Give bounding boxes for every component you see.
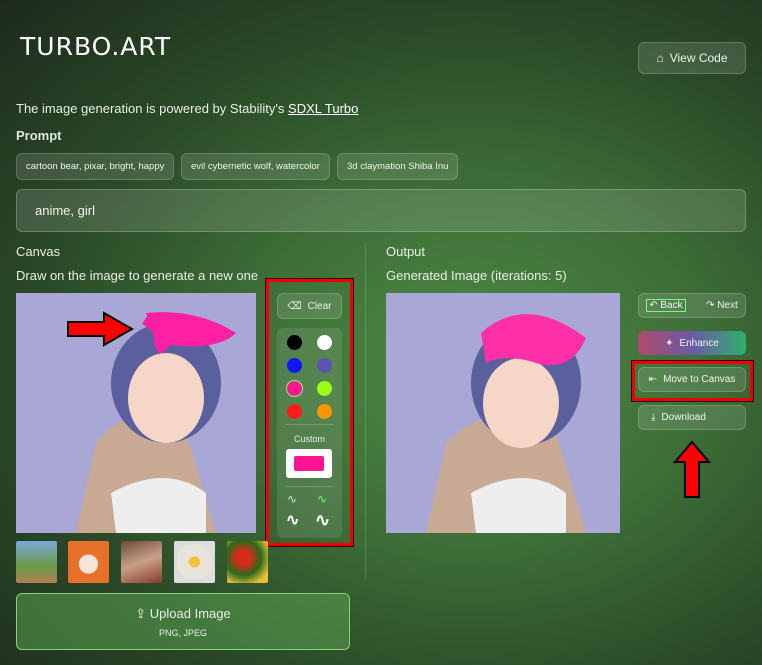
powered-by-text: The image generation is powered by Stabi… xyxy=(16,101,358,116)
prompt-input[interactable]: anime, girl xyxy=(16,189,746,232)
logo: TURBO.ART xyxy=(20,32,172,61)
prompt-chip[interactable]: evil cybernetic wolf, watercolor xyxy=(181,153,330,180)
github-icon: ⌂ xyxy=(656,51,664,65)
red-arrow-up-icon xyxy=(672,440,712,498)
sample-thumbnail[interactable] xyxy=(16,541,57,583)
view-code-label: View Code xyxy=(669,51,728,65)
column-divider xyxy=(365,243,366,580)
sample-thumbnail[interactable] xyxy=(121,541,162,583)
back-label: Back xyxy=(660,300,683,311)
color-swatch[interactable] xyxy=(317,358,332,373)
generated-image-label: Generated Image (iterations: 5) xyxy=(386,268,567,283)
move-to-canvas-label: Move to Canvas xyxy=(663,374,736,385)
upload-image-button[interactable]: ⇪ Upload Image PNG, JPEG xyxy=(16,593,350,650)
brush-thin-icon[interactable]: ∿ xyxy=(287,492,297,506)
eraser-icon: ⌫ xyxy=(287,300,302,312)
back-button[interactable]: ↶ Back xyxy=(646,299,686,312)
canvas-hint: Draw on the image to generate a new one xyxy=(16,268,259,283)
prompt-label: Prompt xyxy=(16,128,62,143)
sdxl-turbo-link[interactable]: SDXL Turbo xyxy=(288,101,358,116)
upload-label: Upload Image xyxy=(149,606,231,621)
output-label: Output xyxy=(386,244,426,259)
next-label: Next xyxy=(717,300,738,311)
anime-girl-image xyxy=(76,312,236,533)
sparkle-icon: ✦ xyxy=(665,337,674,349)
enhance-button[interactable]: ✦ Enhance xyxy=(638,331,746,355)
color-swatch[interactable] xyxy=(287,358,302,373)
color-swatch[interactable] xyxy=(287,404,302,419)
red-arrow-right-icon xyxy=(67,311,135,347)
sample-thumbnail[interactable] xyxy=(68,541,109,583)
color-swatch[interactable] xyxy=(287,335,302,350)
move-to-canvas-button[interactable]: ⇤ Move to Canvas xyxy=(638,367,746,392)
drawing-canvas[interactable] xyxy=(16,293,256,533)
powered-prefix: The image generation is powered by Stabi… xyxy=(16,101,289,116)
divider xyxy=(285,424,334,425)
download-label: Download xyxy=(661,412,706,423)
divider xyxy=(285,486,334,487)
download-icon: ⤓ xyxy=(651,412,656,423)
view-code-button[interactable]: ⌂ View Code xyxy=(638,42,746,74)
prompt-chip[interactable]: 3d claymation Shiba Inu xyxy=(337,153,459,180)
anime-girl-output-image xyxy=(426,314,586,533)
color-swatch[interactable] xyxy=(317,335,332,350)
upload-formats: PNG, JPEG xyxy=(158,628,207,638)
color-swatch[interactable] xyxy=(317,381,332,396)
drawing-toolbar: ⌫ Clear Custom ∿ ∿ ∿ ∿ xyxy=(265,278,354,547)
generated-image xyxy=(386,293,620,533)
color-swatch[interactable] xyxy=(317,404,332,419)
download-button[interactable]: ⤓ Download xyxy=(638,405,746,430)
brush-large-icon[interactable]: ∿ xyxy=(315,510,330,531)
clear-label: Clear xyxy=(307,300,332,312)
canvas-label: Canvas xyxy=(16,244,61,259)
sample-thumbnail[interactable] xyxy=(227,541,268,583)
brush-medium-icon[interactable]: ∿ xyxy=(286,510,299,530)
clear-button[interactable]: ⌫ Clear xyxy=(277,293,342,319)
color-palette: Custom ∿ ∿ ∿ ∿ xyxy=(277,328,342,538)
sample-thumbnail[interactable] xyxy=(174,541,215,583)
history-nav: ↶ Back ↷ Next xyxy=(638,293,746,318)
next-button[interactable]: ↷ Next xyxy=(706,300,738,311)
custom-color-picker[interactable] xyxy=(286,449,332,478)
custom-label: Custom xyxy=(293,434,325,444)
color-swatch[interactable] xyxy=(287,381,302,396)
upload-icon: ⇪ xyxy=(135,606,150,621)
enhance-label: Enhance xyxy=(679,337,719,349)
move-icon: ⇤ xyxy=(648,374,658,385)
prompt-chip[interactable]: cartoon bear, pixar, bright, happy xyxy=(16,153,175,180)
brush-small-icon[interactable]: ∿ xyxy=(317,492,327,506)
